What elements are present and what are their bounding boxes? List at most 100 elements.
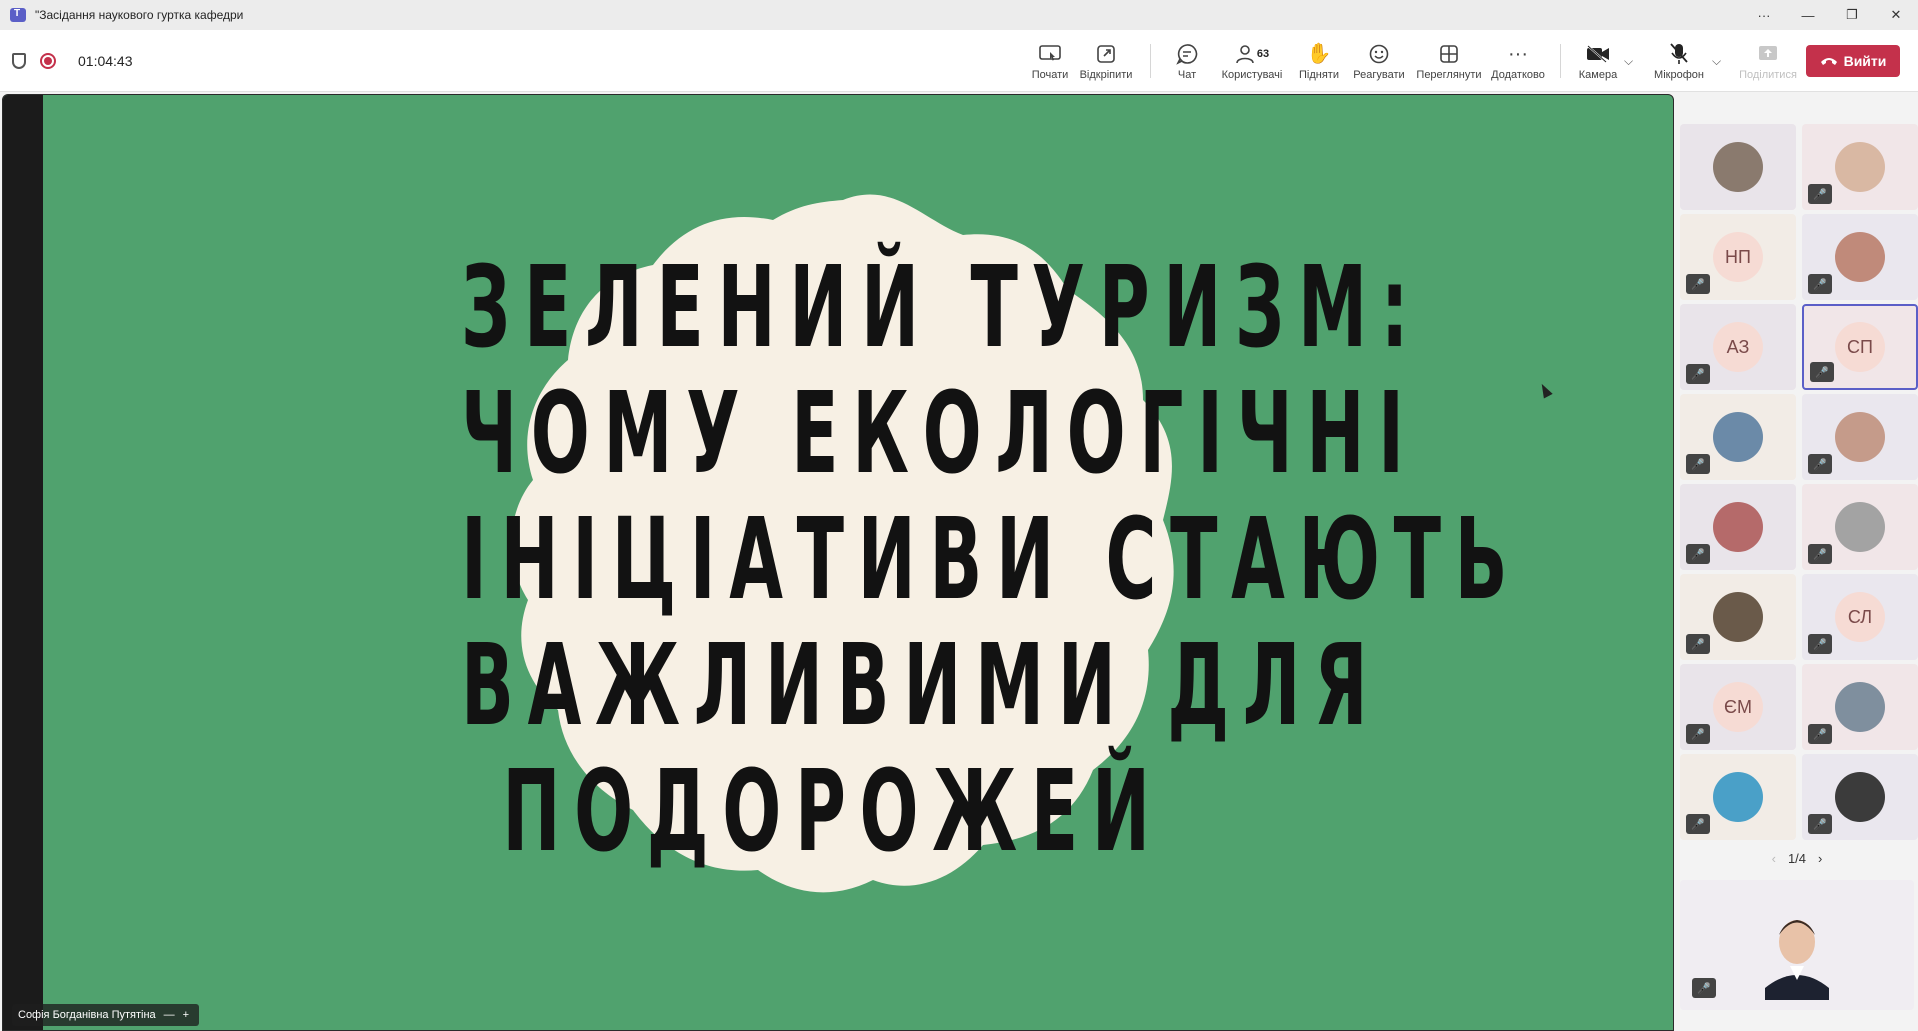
gallery-pager: ‹ 1/4 › xyxy=(1676,848,1918,868)
camera-options-chevron-icon[interactable]: ⌵ xyxy=(1624,54,1633,69)
participant-tile[interactable]: 🎤 xyxy=(1802,664,1918,750)
recording-icon xyxy=(40,53,56,69)
participant-avatar xyxy=(1835,142,1885,192)
more-button[interactable]: ··· Додатково xyxy=(1486,30,1550,92)
camera-off-icon xyxy=(1586,42,1610,66)
chat-button[interactable]: Чат xyxy=(1162,30,1212,92)
participant-count: 63 xyxy=(1256,47,1270,60)
window-title: "Засідання наукового гуртка кафедри xyxy=(35,8,244,22)
muted-mic-icon: 🎤 xyxy=(1808,454,1832,474)
muted-mic-icon: 🎤 xyxy=(1808,814,1832,834)
muted-mic-icon: 🎤 xyxy=(1808,724,1832,744)
slide-title-line: ІНІЦІАТИВИ СТАЮТЬ xyxy=(461,495,1522,625)
hand-icon: ✋ xyxy=(1306,42,1332,65)
slide-title-line: ПОДОРОЖЕЙ xyxy=(502,747,1164,877)
participant-tile[interactable]: 🎤 xyxy=(1680,394,1796,480)
muted-mic-icon: 🎤 xyxy=(1810,362,1834,382)
muted-mic-icon: 🎤 xyxy=(1686,634,1710,654)
shared-screen-stage: ЗЕЛЕНИЙ ТУРИЗМ: ЧОМУ ЕКОЛОГІЧНІ ІНІЦІАТИ… xyxy=(2,94,1674,1031)
smiley-icon xyxy=(1369,42,1389,66)
self-video-tile[interactable]: 🎤 xyxy=(1680,880,1914,1010)
participant-avatar xyxy=(1835,232,1885,282)
participant-tile[interactable]: 🎤 xyxy=(1802,484,1918,570)
participant-tile[interactable]: СП 🎤 xyxy=(1802,304,1918,390)
muted-mic-icon: 🎤 xyxy=(1686,274,1710,294)
minimize-icon[interactable]: — xyxy=(1786,0,1830,30)
react-button[interactable]: Реагувати xyxy=(1348,30,1410,92)
slide-left-strip xyxy=(3,95,43,1030)
participant-tile[interactable]: СЛ 🎤 xyxy=(1802,574,1918,660)
slide-title-line: ЗЕЛЕНИЙ ТУРИЗМ: xyxy=(461,243,1423,373)
participant-tile[interactable]: 🎤 xyxy=(1802,394,1918,480)
screen-start-icon xyxy=(1039,42,1061,66)
participant-tile[interactable] xyxy=(1680,124,1796,210)
muted-mic-icon: 🎤 xyxy=(1692,978,1716,998)
share-icon xyxy=(1758,42,1778,66)
mic-off-icon xyxy=(1670,42,1688,66)
security-shield-icon[interactable] xyxy=(12,53,26,69)
muted-mic-icon: 🎤 xyxy=(1808,274,1832,294)
participant-tile[interactable]: АЗ 🎤 xyxy=(1680,304,1796,390)
meeting-timer: 01:04:43 xyxy=(78,53,133,69)
participant-avatar xyxy=(1713,502,1763,552)
window-controls: ··· — ❐ ✕ xyxy=(1742,0,1918,30)
next-page-icon[interactable]: › xyxy=(1818,851,1822,866)
presenter-name: Софія Богданівна Путятіна xyxy=(18,1009,156,1021)
title-bar: "Засідання наукового гуртка кафедри ··· … xyxy=(0,0,1918,30)
participant-initials: ЄМ xyxy=(1713,682,1763,732)
people-icon: 63 xyxy=(1235,42,1269,66)
muted-mic-icon: 🎤 xyxy=(1686,364,1710,384)
more-window-options-icon[interactable]: ··· xyxy=(1742,0,1786,30)
toolbar-divider xyxy=(1560,44,1561,78)
slide-title-line: ВАЖЛИВИМИ ДЛЯ xyxy=(461,621,1382,751)
participant-tile[interactable]: 🎤 xyxy=(1802,214,1918,300)
presenter-name-tag: Софія Богданівна Путятіна — + xyxy=(12,1004,200,1026)
participant-avatar xyxy=(1713,592,1763,642)
participant-avatar xyxy=(1713,772,1763,822)
participant-tile[interactable]: НП 🎤 xyxy=(1680,214,1796,300)
participant-avatar xyxy=(1713,412,1763,462)
participant-avatar xyxy=(1835,682,1885,732)
participant-tile[interactable]: 🎤 xyxy=(1680,574,1796,660)
participant-tile[interactable]: 🎤 xyxy=(1802,754,1918,840)
page-indicator: 1/4 xyxy=(1787,850,1807,866)
participant-initials: СЛ xyxy=(1835,592,1885,642)
camera-button[interactable]: Камера xyxy=(1570,30,1626,92)
toolbar-divider xyxy=(1150,44,1151,78)
more-dots-icon: ··· xyxy=(1508,42,1528,65)
restore-icon[interactable]: ❐ xyxy=(1830,0,1874,30)
raise-hand-button[interactable]: ✋ Підняти xyxy=(1292,30,1346,92)
participant-initials: СП xyxy=(1835,322,1885,372)
close-icon[interactable]: ✕ xyxy=(1874,0,1918,30)
slide-title-line: ЧОМУ ЕКОЛОГІЧНІ xyxy=(461,369,1418,499)
slide-title: ЗЕЛЕНИЙ ТУРИЗМ: ЧОМУ ЕКОЛОГІЧНІ ІНІЦІАТИ… xyxy=(461,243,1522,877)
participant-initials: НП xyxy=(1713,232,1763,282)
hang-up-icon xyxy=(1820,53,1838,69)
participant-tile[interactable]: 🎤 xyxy=(1680,484,1796,570)
muted-mic-icon: 🎤 xyxy=(1808,634,1832,654)
meeting-toolbar: 01:04:43 Почати Відкріпити Чат 63 Корист… xyxy=(0,30,1918,92)
participant-tile[interactable]: 🎤 xyxy=(1680,754,1796,840)
muted-mic-icon: 🎤 xyxy=(1686,724,1710,744)
microphone-button[interactable]: Мікрофон xyxy=(1646,30,1712,92)
muted-mic-icon: 🎤 xyxy=(1686,814,1710,834)
leave-button[interactable]: Вийти xyxy=(1806,45,1900,77)
microphone-options-chevron-icon[interactable]: ⌵ xyxy=(1712,54,1721,69)
participant-tile[interactable]: ЄМ 🎤 xyxy=(1680,664,1796,750)
participant-avatar xyxy=(1835,412,1885,462)
participant-avatar xyxy=(1835,502,1885,552)
zoom-in-icon[interactable]: + xyxy=(183,1009,189,1021)
teams-logo-icon xyxy=(10,8,26,22)
start-button[interactable]: Почати xyxy=(1020,30,1080,92)
participant-tile[interactable]: 🎤 xyxy=(1802,124,1918,210)
people-button[interactable]: 63 Користувачі xyxy=(1214,30,1290,92)
participant-initials: АЗ xyxy=(1713,322,1763,372)
muted-mic-icon: 🎤 xyxy=(1686,454,1710,474)
popout-icon xyxy=(1096,42,1116,66)
share-button[interactable]: Поділитися xyxy=(1734,30,1802,92)
previous-page-icon[interactable]: ‹ xyxy=(1772,851,1776,866)
zoom-out-icon[interactable]: — xyxy=(164,1009,175,1021)
view-button[interactable]: Переглянути xyxy=(1412,30,1486,92)
chat-icon xyxy=(1176,42,1198,66)
popout-button[interactable]: Відкріпити xyxy=(1072,30,1140,92)
